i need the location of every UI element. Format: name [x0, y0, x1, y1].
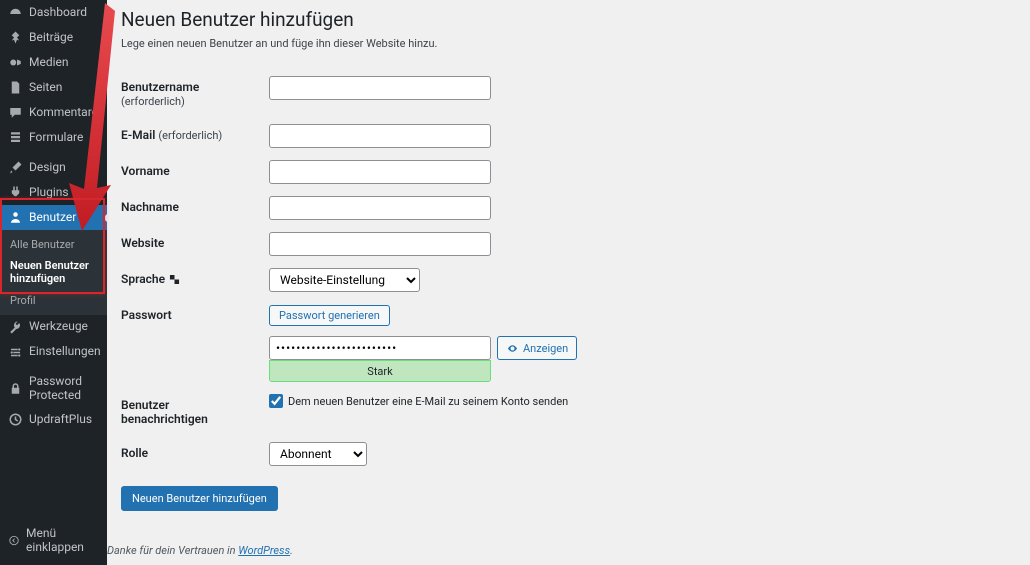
sidebar-item-dashboard[interactable]: Dashboard [0, 0, 107, 25]
lastname-label: Nachname [121, 190, 269, 226]
website-input[interactable] [269, 232, 491, 256]
lock-icon [8, 381, 23, 396]
sidebar-item-label: Werkzeuge [29, 320, 88, 334]
sidebar-item-plugins[interactable]: Plugins [0, 180, 107, 205]
media-icon [8, 55, 23, 70]
add-user-form: Benutzername (erforderlich) E-Mail (erfo… [121, 70, 577, 472]
sidebar-submenu-users: Alle Benutzer Neuen Benutzer hinzufügen … [0, 230, 107, 315]
notify-checkbox-row[interactable]: Dem neuen Benutzer eine E-Mail zu seinem… [269, 394, 577, 408]
role-label: Rolle [121, 436, 269, 472]
page-description: Lege einen neuen Benutzer an und füge ih… [121, 37, 1016, 50]
sidebar-item-posts[interactable]: Beiträge [0, 25, 107, 50]
collapse-menu-button[interactable]: Menü einklappen [0, 521, 107, 559]
page-icon [8, 80, 23, 95]
sidebar-item-media[interactable]: Medien [0, 50, 107, 75]
submenu-item-profile[interactable]: Profil [0, 290, 107, 311]
sidebar-item-updraftplus[interactable]: UpdraftPlus [0, 407, 107, 432]
admin-sidebar: Dashboard Beiträge Medien Seiten Komment… [0, 0, 107, 565]
sidebar-item-label: Dashboard [29, 6, 87, 20]
sidebar-item-password-protected[interactable]: Password Protected [0, 370, 107, 408]
collapse-label: Menü einklappen [26, 526, 99, 554]
notify-text: Dem neuen Benutzer eine E-Mail zu seinem… [288, 395, 568, 408]
settings-icon [8, 345, 23, 360]
comment-icon [8, 105, 23, 120]
generate-password-button[interactable]: Passwort generieren [269, 305, 390, 326]
sidebar-item-label: Kommentare [29, 106, 98, 120]
username-input[interactable] [269, 76, 491, 100]
sidebar-item-forms[interactable]: Formulare [0, 125, 107, 150]
email-label: E-Mail (erforderlich) [121, 118, 269, 154]
sidebar-item-label: Beiträge [29, 31, 73, 45]
sidebar-item-label: Formulare [29, 131, 83, 145]
wordpress-link[interactable]: WordPress [238, 544, 290, 557]
add-user-button[interactable]: Neuen Benutzer hinzufügen [121, 486, 278, 511]
notify-label: Benutzer benachrichtigen [121, 388, 269, 436]
website-label: Website [121, 226, 269, 262]
main-content: Neuen Benutzer hinzufügen Lege einen neu… [107, 0, 1030, 565]
username-label: Benutzername (erforderlich) [121, 70, 269, 118]
sidebar-item-users[interactable]: Benutzer [0, 205, 107, 230]
sidebar-item-design[interactable]: Design [0, 155, 107, 180]
firstname-label: Vorname [121, 154, 269, 190]
email-input[interactable] [269, 124, 491, 148]
brush-icon [8, 160, 23, 175]
sidebar-item-settings[interactable]: Einstellungen [0, 340, 107, 365]
lastname-input[interactable] [269, 196, 491, 220]
sidebar-item-label: Password Protected [29, 375, 99, 403]
sidebar-item-pages[interactable]: Seiten [0, 75, 107, 100]
submenu-item-all-users[interactable]: Alle Benutzer [0, 234, 107, 255]
language-label: Sprache [121, 262, 269, 298]
form-icon [8, 130, 23, 145]
updraft-icon [8, 412, 23, 427]
password-strength: Stark [269, 360, 491, 382]
page-title: Neuen Benutzer hinzufügen [121, 8, 1016, 31]
show-password-button[interactable]: Anzeigen [497, 336, 577, 360]
sidebar-item-label: Einstellungen [29, 345, 101, 359]
translate-icon [168, 273, 181, 286]
notify-checkbox[interactable] [269, 394, 283, 408]
submenu-item-add-user[interactable]: Neuen Benutzer hinzufügen [0, 255, 107, 289]
sidebar-item-label: Medien [29, 56, 69, 70]
user-icon [8, 210, 23, 225]
firstname-input[interactable] [269, 160, 491, 184]
password-input[interactable] [269, 336, 491, 360]
eye-icon [506, 342, 519, 355]
role-select[interactable]: Abonnent [269, 442, 367, 466]
sidebar-item-label: Seiten [29, 81, 62, 95]
language-select[interactable]: Website-Einstellung [269, 268, 420, 292]
sidebar-item-comments[interactable]: Kommentare [0, 100, 107, 125]
sidebar-item-tools[interactable]: Werkzeuge [0, 315, 107, 340]
sidebar-item-label: UpdraftPlus [29, 413, 92, 427]
plugin-icon [8, 185, 23, 200]
sidebar-item-label: Design [29, 161, 66, 175]
sidebar-item-label: Benutzer [29, 211, 76, 225]
tool-icon [8, 320, 23, 335]
collapse-icon [8, 533, 20, 548]
pin-icon [8, 30, 23, 45]
footer-text: Danke für dein Vertrauen in WordPress. [107, 544, 293, 557]
sidebar-item-label: Plugins [29, 186, 69, 200]
dashboard-icon [8, 5, 23, 20]
password-label: Passwort [121, 298, 269, 388]
